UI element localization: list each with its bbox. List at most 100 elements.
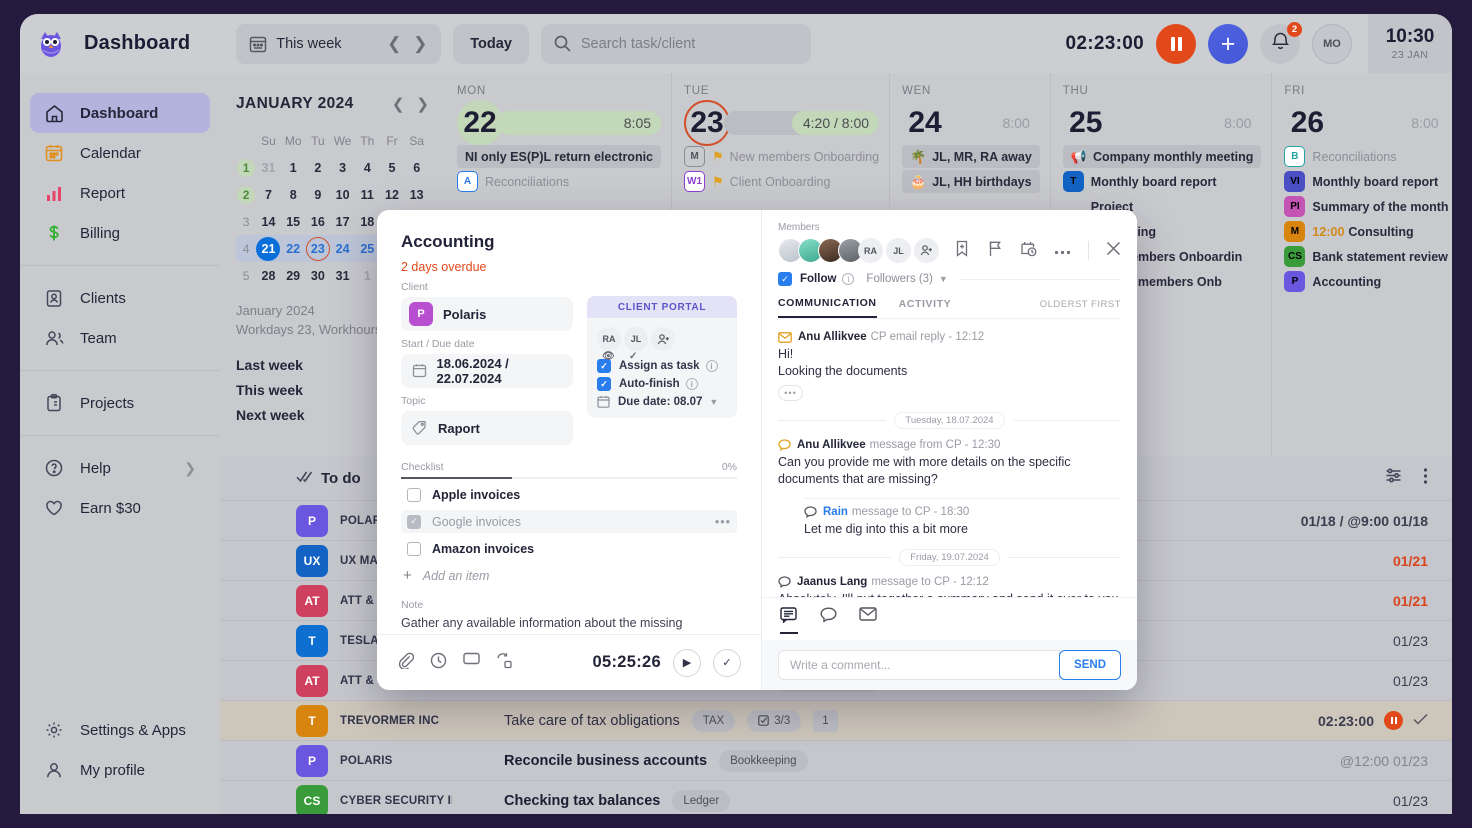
calendar-event[interactable]: P Accounting (1284, 270, 1448, 293)
day-cell[interactable]: 18 (355, 215, 380, 229)
checkbox[interactable] (407, 488, 421, 502)
day-cell[interactable]: 29 (281, 269, 306, 283)
day-cell[interactable]: 8 (281, 188, 306, 202)
sidebar-item-help[interactable]: Help ❯ (30, 448, 210, 488)
client-field[interactable]: P Polaris (401, 297, 573, 331)
tab-communication[interactable]: COMMUNICATION (778, 297, 877, 318)
attachment-icon[interactable] (397, 652, 414, 674)
search-input[interactable]: Search task/client (581, 36, 695, 52)
row-pause-button[interactable] (1384, 711, 1403, 730)
sidebar-item-billing[interactable]: Billing (30, 213, 210, 253)
add-checklist-item-button[interactable]: + Add an item (401, 564, 737, 587)
calendar-event[interactable]: M ⚑ New members Onboarding (684, 145, 879, 168)
sidebar-item-dashboard[interactable]: Dashboard (30, 93, 210, 133)
task-comment-count[interactable]: 1 (813, 710, 837, 732)
complete-task-button[interactable]: ✓ (713, 649, 741, 677)
day-cell[interactable]: 31 (256, 161, 281, 175)
chevron-down-icon[interactable]: ▼ (939, 274, 948, 284)
checkbox[interactable] (407, 542, 421, 556)
day-number[interactable]: 25 (1063, 106, 1109, 140)
day-cell[interactable]: 11 (355, 188, 380, 202)
avatar-initials[interactable]: JL (886, 238, 911, 263)
calendar-event[interactable]: 🌴 JL, MR, RA away (902, 145, 1040, 168)
today-button[interactable]: Today (453, 24, 529, 64)
day-cell[interactable]: 25 (355, 242, 380, 256)
calendar-event[interactable]: B Reconciliations (1284, 145, 1448, 168)
clock-icon[interactable] (430, 652, 447, 674)
note-text[interactable]: Gather any available information about t… (401, 615, 737, 634)
dates-field[interactable]: 18.06.2024 / 22.07.2024 (401, 354, 573, 388)
prev-week-button[interactable]: ❮ (381, 34, 407, 54)
pause-timer-button[interactable] (1156, 24, 1196, 64)
day-cell[interactable]: 17 (330, 215, 355, 229)
add-portal-user-button[interactable] (651, 327, 675, 351)
day-cell[interactable]: 1 (355, 269, 380, 283)
send-button[interactable]: SEND (1059, 650, 1121, 680)
close-icon[interactable] (1106, 241, 1121, 261)
day-cell-today[interactable]: 23 (306, 237, 331, 261)
more-options-icon[interactable]: ••• (715, 515, 731, 529)
sidebar-item-team[interactable]: Team (30, 318, 210, 358)
portal-avatar[interactable]: JL ✓ (624, 327, 648, 351)
day-cell[interactable]: 15 (281, 215, 306, 229)
day-cell[interactable]: 5 (380, 161, 405, 175)
info-icon[interactable]: i (706, 360, 718, 372)
sidebar-item-clients[interactable]: Clients (30, 278, 210, 318)
checklist-item[interactable]: ✓ Google invoices ••• (401, 510, 737, 533)
sort-order-label[interactable]: OLDERST FIRST (1040, 299, 1121, 317)
day-cell[interactable]: 22 (281, 242, 306, 256)
calendar-event[interactable]: PI Summary of the month (1284, 195, 1448, 218)
tab-activity[interactable]: ACTIVITY (899, 298, 952, 317)
day-cell[interactable]: 24 (330, 242, 355, 256)
expand-message-button[interactable]: ••• (778, 385, 803, 401)
composer-message-icon[interactable] (820, 607, 837, 634)
calendar-event[interactable]: NI only ES(P)L return electronic (457, 145, 661, 168)
checkbox-checked[interactable]: ✓ (407, 515, 421, 529)
day-cell[interactable]: 31 (330, 269, 355, 283)
calendar-event[interactable]: 🎂 JL, HH birthdays (902, 170, 1040, 193)
topic-field[interactable]: Raport (401, 411, 573, 445)
sidebar-item-profile[interactable]: My profile (30, 750, 210, 790)
day-cell[interactable]: 4 (355, 161, 380, 175)
day-cell[interactable]: 1 (281, 161, 306, 175)
chevron-down-icon[interactable]: ▼ (709, 397, 718, 407)
table-row[interactable]: P POLARIS Reconcile business accounts Bo… (220, 740, 1452, 780)
add-member-button[interactable] (914, 238, 939, 263)
search-bar[interactable]: Search task/client (541, 24, 811, 64)
more-options-icon[interactable] (1423, 467, 1428, 490)
day-cell[interactable]: 3 (330, 161, 355, 175)
start-timer-button[interactable]: ▶ (673, 649, 701, 677)
calendar-event[interactable]: T Monthly board report (1063, 170, 1262, 193)
info-icon[interactable]: i (686, 378, 698, 390)
day-cell[interactable]: 9 (306, 188, 331, 202)
sidebar-item-calendar[interactable]: Calendar (30, 133, 210, 173)
calendar-event[interactable]: 📢 Company monthly meeting (1063, 145, 1262, 168)
comment-icon[interactable] (463, 652, 480, 674)
auto-finish-row[interactable]: ✓ Auto-finish i (587, 373, 737, 391)
task-chip[interactable]: Bookkeeping (719, 750, 808, 772)
day-cell[interactable]: 28 (256, 269, 281, 283)
checklist-item[interactable]: Apple invoices (401, 483, 737, 506)
calendar-event[interactable]: CS Bank statement review (1284, 245, 1448, 268)
row-complete-button[interactable] (1413, 712, 1428, 730)
checkbox-checked[interactable]: ✓ (597, 377, 611, 391)
day-cell[interactable]: 6 (404, 161, 429, 175)
avatar[interactable]: MO (1312, 24, 1352, 64)
day-cell[interactable]: 14 (256, 215, 281, 229)
mini-cal-next-button[interactable]: ❯ (416, 95, 429, 113)
add-button[interactable]: + (1208, 24, 1248, 64)
checkbox-checked[interactable]: ✓ (778, 272, 792, 286)
day-cell[interactable]: 30 (306, 269, 331, 283)
task-chip-checklist[interactable]: 3/3 (747, 710, 801, 732)
day-cell[interactable]: 12 (380, 188, 405, 202)
task-chip-tax[interactable]: TAX (692, 710, 736, 732)
sidebar-item-earn[interactable]: Earn $30 (30, 488, 210, 528)
checklist-item[interactable]: Amazon invoices (401, 537, 737, 560)
sidebar-item-settings[interactable]: Settings & Apps (30, 710, 210, 750)
table-row[interactable]: T TREVORMER INC Take care of tax obligat… (220, 700, 1452, 740)
avatar-initials[interactable]: RA (858, 238, 883, 263)
table-row[interactable]: CS CYBER SECURITY INC Checking tax balan… (220, 780, 1452, 814)
day-cell-selected[interactable]: 21 (256, 237, 281, 261)
calendar-event[interactable]: W1 ⚑ Client Onboarding (684, 170, 879, 193)
info-icon[interactable]: i (842, 273, 854, 285)
